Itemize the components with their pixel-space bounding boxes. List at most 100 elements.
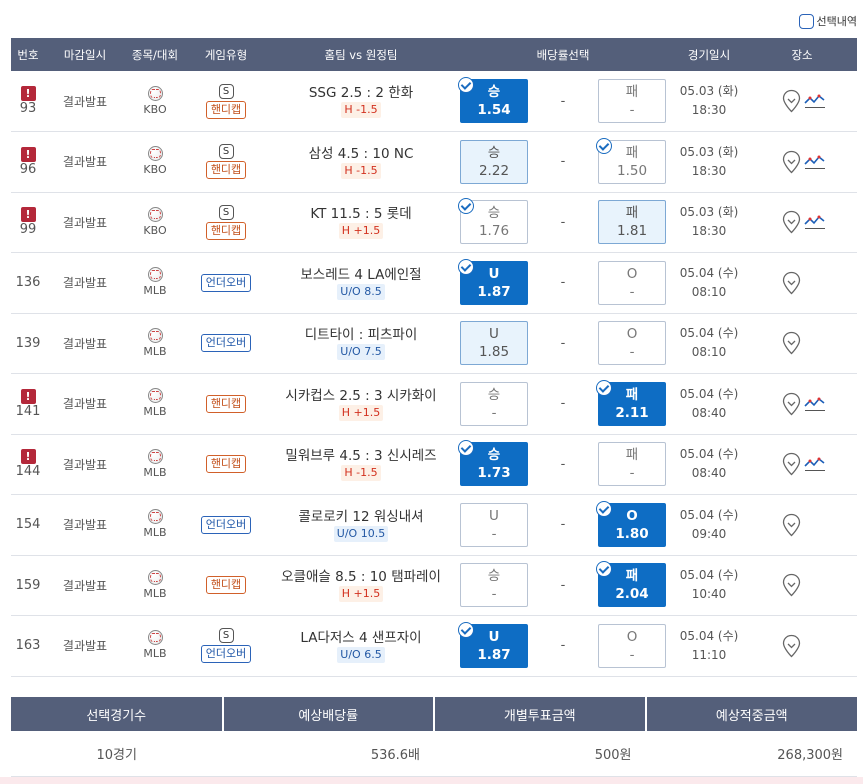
odds-left-button[interactable]: U 1.87: [458, 258, 528, 305]
odds-right-button[interactable]: 패 -: [598, 79, 667, 123]
odds-left-value: 1.54: [477, 102, 511, 118]
checkmark-icon: [458, 258, 474, 275]
league-label: KBO: [143, 223, 167, 237]
odds-left-button[interactable]: 승 1.73: [458, 440, 528, 487]
odds-left-button[interactable]: 승 2.22: [460, 139, 528, 184]
location-pin-icon[interactable]: [782, 634, 801, 658]
odds-left-button[interactable]: 승 -: [460, 381, 528, 426]
odds-left-label: 승: [487, 386, 501, 403]
odds-left-button[interactable]: U 1.87: [458, 621, 528, 668]
header-game-date: 경기일시: [671, 38, 748, 71]
odds-right-label: 패: [625, 84, 639, 100]
game-number: 154: [15, 517, 41, 533]
game-time: 10:40: [691, 587, 727, 602]
odds-left-label: 승: [487, 84, 501, 100]
summary-payout: 268,300원: [645, 731, 857, 777]
teams-line: 시카컵스 2.5 : 3 시카화이: [285, 387, 436, 405]
deadline-status: 결과발표: [62, 336, 108, 351]
odds-left-button[interactable]: U -: [460, 502, 528, 547]
game-time: 18:30: [691, 224, 727, 239]
checkmark-icon: [458, 440, 474, 457]
odds-right-button[interactable]: O -: [598, 321, 667, 366]
special-badge-icon: S: [218, 83, 234, 99]
odds-draw: -: [560, 93, 566, 109]
score-separator: :: [358, 327, 364, 344]
location-pin-icon[interactable]: [782, 89, 801, 113]
odds-draw: -: [560, 396, 566, 412]
game-type-tag: 핸디캡: [205, 455, 247, 474]
odds-right-label: 패: [625, 447, 639, 464]
teams-line: 보스레드 4 LA에인절: [300, 266, 421, 284]
home-team: KT 11.5: [310, 206, 361, 223]
odds-right-button[interactable]: O 1.80: [596, 500, 667, 547]
game-number: 144: [15, 464, 41, 480]
line-info: U/O 6.5: [337, 646, 385, 663]
top-bar: 선택내역: [0, 0, 863, 38]
score-separator: :: [365, 206, 370, 223]
odds-left-button[interactable]: 승 1.76: [458, 198, 528, 245]
odds-right-label: O: [626, 507, 638, 524]
away-team: 10 탬파레이: [369, 569, 441, 586]
odds-draw: -: [560, 456, 566, 472]
summary-header-odds: 예상배당률: [222, 697, 435, 731]
odds-left-label: U: [489, 507, 499, 524]
location-pin-icon[interactable]: [782, 210, 801, 234]
selection-history-label: 선택내역: [816, 15, 857, 28]
location-pin-icon[interactable]: [782, 271, 801, 295]
summary-header-games: 선택경기수: [11, 697, 224, 731]
odds-draw: -: [560, 275, 566, 291]
odds-graph-icon[interactable]: [804, 396, 826, 412]
checkbox-icon[interactable]: [798, 13, 814, 29]
odds-graph-icon[interactable]: [804, 214, 826, 230]
game-date: 05.04 (수): [679, 507, 739, 522]
odds-right-label: 패: [625, 144, 639, 161]
location-pin-icon[interactable]: [782, 452, 801, 476]
teams-line: LA다저스 4 샌프자이: [300, 629, 421, 647]
header-number: 번호: [11, 38, 45, 71]
odds-right-button[interactable]: 패 1.81: [598, 200, 667, 245]
odds-right-button[interactable]: O -: [598, 623, 667, 668]
odds-left-value: 1.85: [478, 344, 510, 361]
odds-draw: -: [560, 154, 566, 170]
odds-right-button[interactable]: 패 2.04: [596, 561, 667, 608]
odds-left-button[interactable]: U 1.85: [460, 321, 528, 366]
location-pin-icon[interactable]: [782, 392, 801, 416]
summary-bet: 500원: [434, 731, 646, 777]
location-pin-icon[interactable]: [782, 513, 801, 537]
teams-line: 콜로로키 12 워싱내셔: [298, 508, 423, 526]
special-badge-icon: S: [218, 204, 234, 220]
odds-right-value: 1.80: [615, 525, 649, 542]
teams-line: 밀워브루 4.5 : 3 신시레즈: [285, 447, 436, 465]
odds-right-label: O: [626, 265, 638, 282]
line-info: H +1.5: [338, 404, 384, 421]
game-date: 05.04 (수): [679, 447, 739, 462]
game-time: 18:30: [691, 163, 727, 178]
odds-left-button[interactable]: 승 1.54: [458, 77, 528, 123]
teams-line: 디트타이 : 피츠파이: [305, 326, 418, 344]
table-row: ! 93 결과발표 KBO S 핸디캡 SSG 2.5 : 2 한화 H -1.…: [11, 71, 858, 132]
table-row: 154 결과발표 MLB 언더오버 콜로로키 12 워싱내셔 U/O 10.5 …: [11, 494, 858, 556]
odds-right-button[interactable]: 패 1.50: [596, 137, 667, 184]
location-pin-icon[interactable]: [782, 573, 801, 597]
odds-graph-icon[interactable]: [804, 456, 826, 472]
home-team: 오클애슬 8.5: [281, 569, 357, 586]
odds-right-button[interactable]: 패 -: [598, 442, 667, 487]
game-type-tag: 핸디캡: [205, 100, 247, 119]
odds-left-button[interactable]: 승 -: [460, 563, 528, 608]
game-type-tag: 언더오버: [200, 273, 252, 292]
away-team: 10 NC: [372, 145, 414, 162]
baseball-icon: [147, 569, 163, 585]
table-row: ! 99 결과발표 KBO S 핸디캡 KT 11.5 : 5 롯데 H +1.…: [11, 192, 858, 253]
odds-right-button[interactable]: 패 2.11: [596, 379, 667, 426]
location-pin-icon[interactable]: [782, 331, 801, 355]
table-row: 159 결과발표 MLB 핸디캡 오클애슬 8.5 : 10 탬파레이 H +1…: [11, 555, 858, 616]
warning-icon: !: [20, 388, 36, 404]
odds-graph-icon[interactable]: [804, 154, 826, 170]
odds-left-label: U: [488, 628, 500, 645]
location-pin-icon[interactable]: [782, 150, 801, 174]
odds-left-value: 1.87: [477, 646, 511, 663]
selection-history-toggle[interactable]: 선택내역: [798, 13, 857, 29]
odds-graph-icon[interactable]: [804, 93, 826, 109]
odds-right-button[interactable]: O -: [598, 260, 667, 305]
checkmark-icon: [596, 500, 613, 517]
